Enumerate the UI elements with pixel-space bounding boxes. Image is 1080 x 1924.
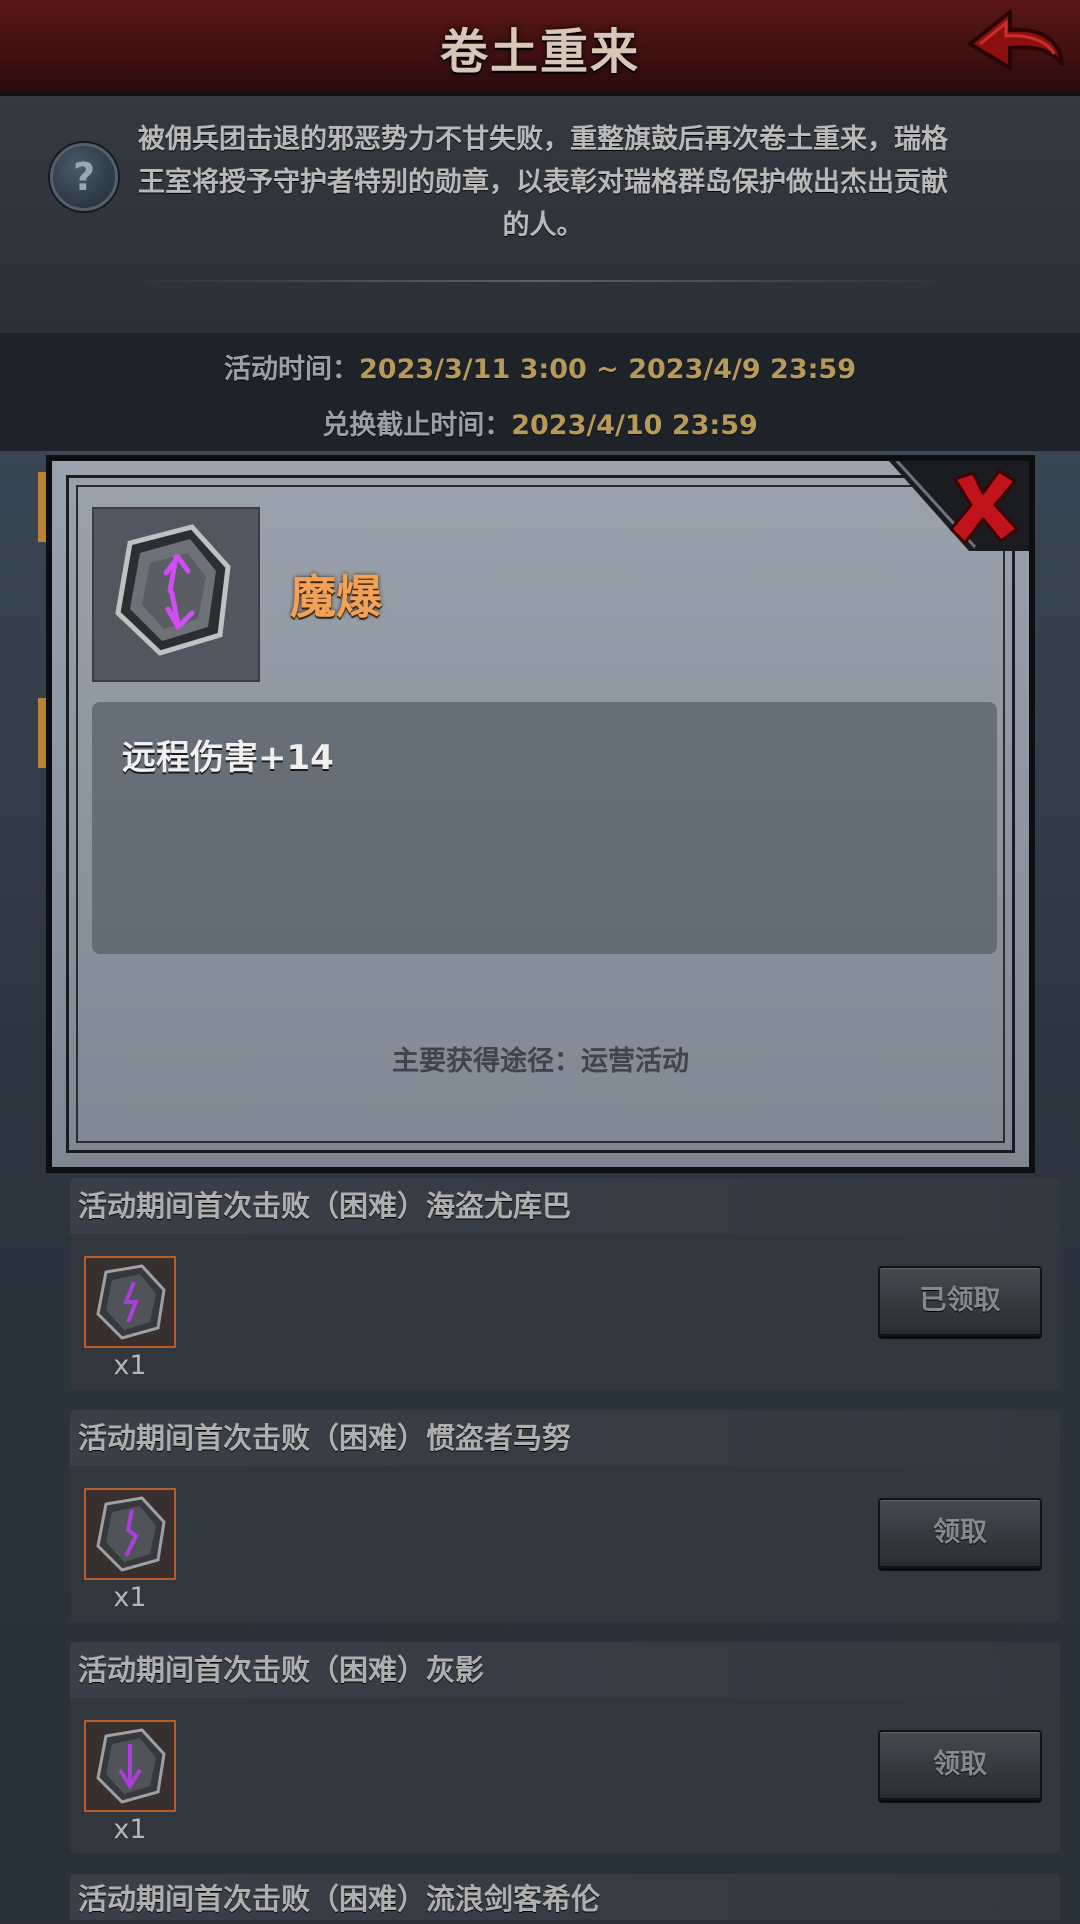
- back-arrow-icon[interactable]: [966, 6, 1066, 84]
- item-icon-slot: [92, 507, 260, 682]
- header-bar: 卷土重来: [0, 0, 1080, 96]
- description-text: 被佣兵团击退的邪恶势力不甘失败，重整旗鼓后再次卷土重来，瑞格王室将授予守护者特别…: [138, 124, 948, 241]
- exchange-time-value: 2023/4/10 23:59: [511, 410, 758, 441]
- exchange-time-row: 兑换截止时间：2023/4/10 23:59: [0, 403, 1080, 442]
- divider: [130, 280, 950, 282]
- source-text: 主要获得途径：运营活动: [392, 1046, 689, 1077]
- effect-box: 远程伤害+14: [92, 702, 997, 954]
- purple-rune-icon: [115, 524, 231, 656]
- time-bar: 活动时间：2023/3/11 3:00 ~ 2023/4/9 23:59 兑换截…: [0, 333, 1080, 451]
- item-name: 魔爆: [290, 570, 382, 624]
- activity-time-value: 2023/3/11 3:00 ~ 2023/4/9 23:59: [359, 354, 856, 385]
- effect-text: 远程伤害+14: [122, 738, 334, 778]
- question-icon[interactable]: ?: [50, 143, 118, 211]
- close-x-icon[interactable]: [943, 465, 1023, 545]
- item-detail-modal: 魔爆 远程伤害+14 主要获得途径：运营活动: [46, 455, 1035, 1173]
- activity-time-label: 活动时间：: [224, 354, 359, 385]
- page-title: 卷土重来: [439, 24, 640, 80]
- exchange-time-label: 兑换截止时间：: [322, 410, 512, 441]
- activity-time-row: 活动时间：2023/3/11 3:00 ~ 2023/4/9 23:59: [0, 347, 1080, 386]
